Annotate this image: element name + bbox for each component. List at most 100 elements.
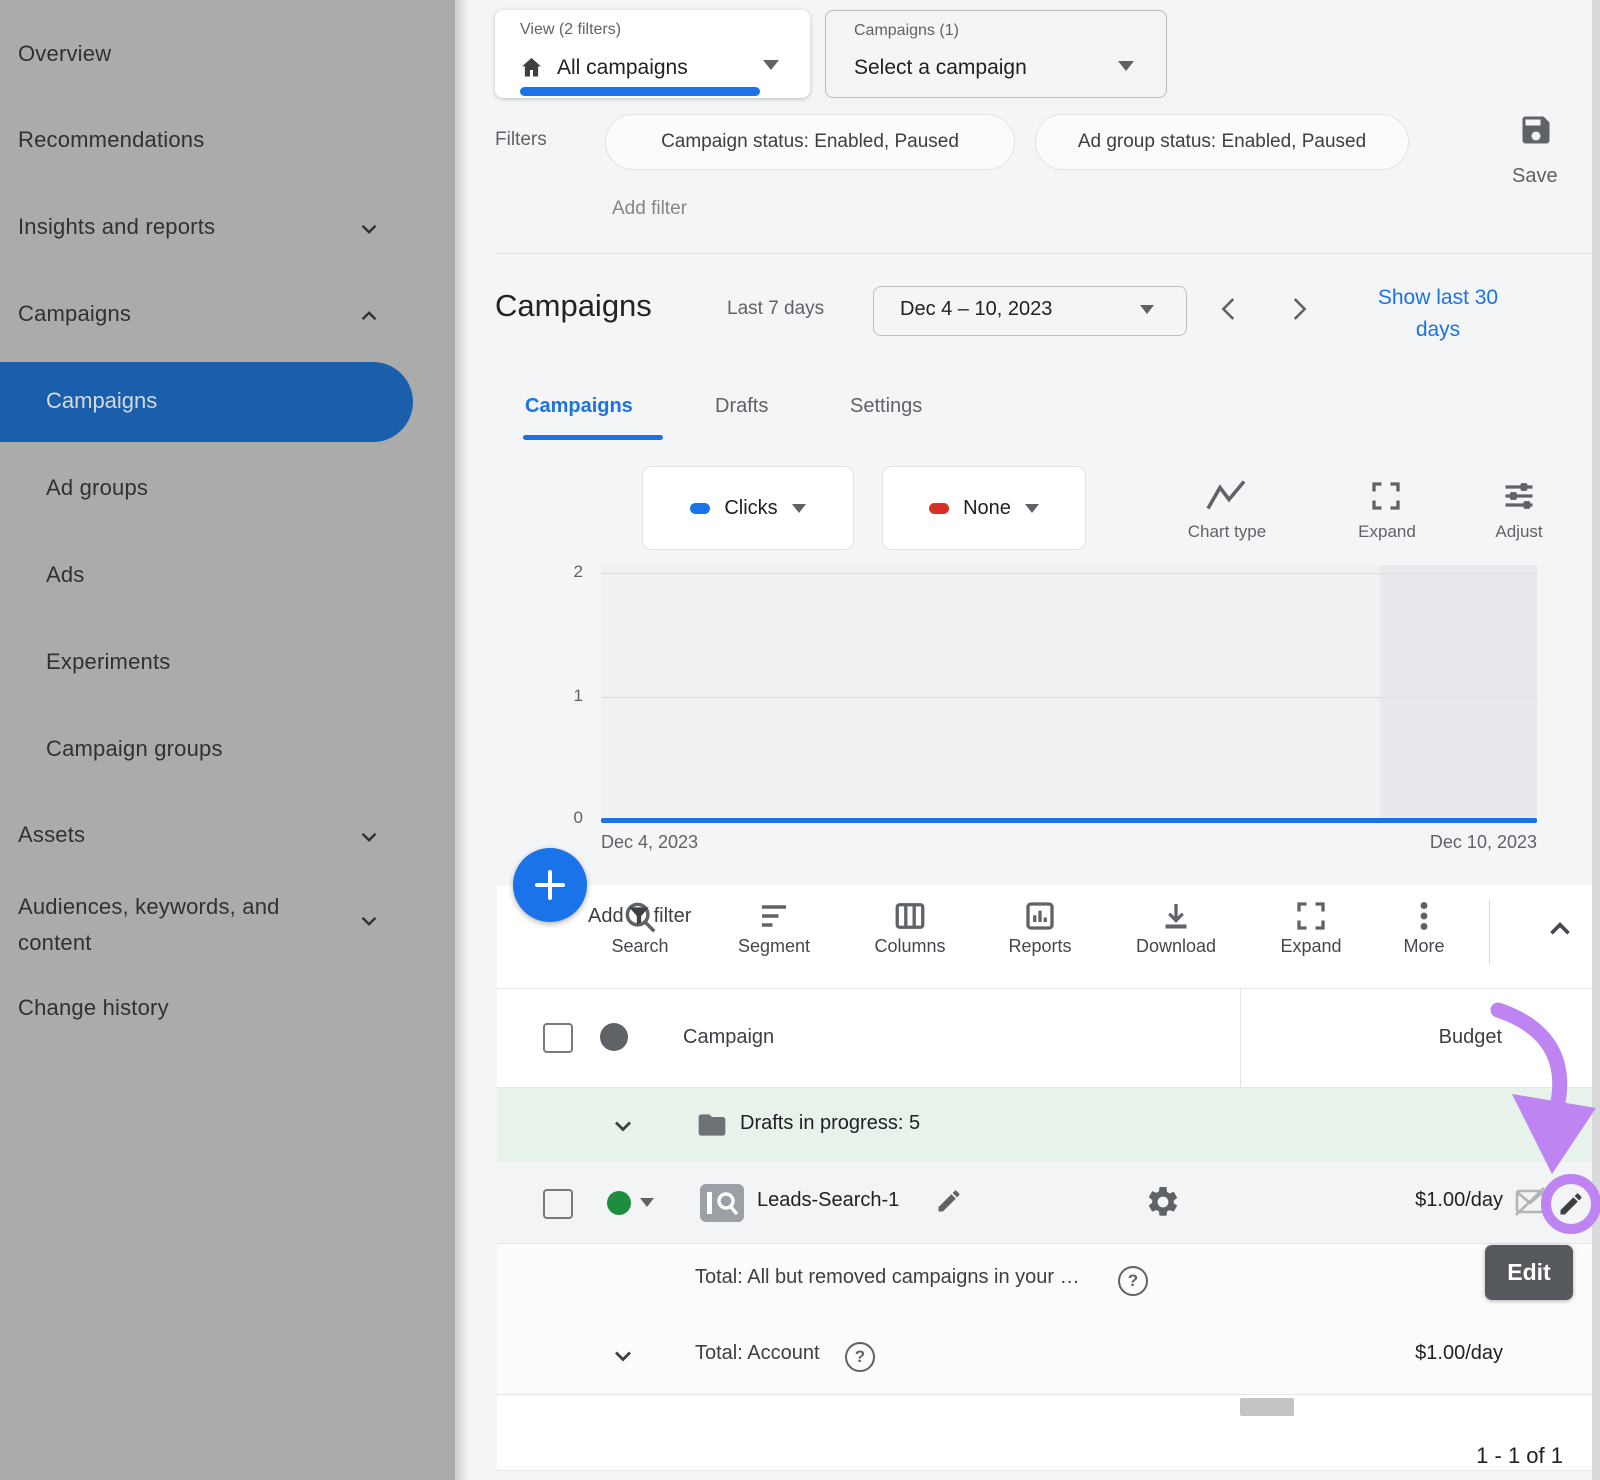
chevron-down-icon[interactable] bbox=[356, 824, 382, 850]
caret-down-icon[interactable] bbox=[640, 1198, 654, 1207]
y-tick-2: 2 bbox=[553, 562, 583, 582]
select-all-checkbox[interactable] bbox=[543, 1023, 573, 1053]
sidebar-item-campaigns-selected[interactable]: Campaigns bbox=[0, 362, 413, 442]
drafts-group-row[interactable]: Drafts in progress: 5 bbox=[497, 1088, 1592, 1162]
chevron-down-icon[interactable] bbox=[356, 908, 382, 934]
view-selector[interactable]: View (2 filters) All campaigns bbox=[495, 10, 810, 98]
collapse-table-icon[interactable] bbox=[1543, 912, 1577, 946]
download-icon[interactable] bbox=[1158, 898, 1194, 934]
sidebar-item-experiments[interactable]: Experiments bbox=[46, 649, 170, 675]
segment-icon[interactable] bbox=[756, 898, 792, 934]
toolbar-columns-label[interactable]: Columns bbox=[874, 936, 945, 957]
campaign-settings-gear-icon[interactable] bbox=[1145, 1184, 1181, 1220]
next-period-icon[interactable] bbox=[1282, 292, 1316, 326]
metric-selector-secondary[interactable]: None bbox=[882, 466, 1086, 550]
caret-down-icon bbox=[1118, 61, 1134, 71]
caret-down-icon bbox=[763, 60, 779, 70]
expand-table-icon[interactable] bbox=[1293, 898, 1329, 934]
sidebar-item-ad-groups[interactable]: Ad groups bbox=[46, 475, 148, 501]
chart-type-icon[interactable] bbox=[1205, 478, 1247, 512]
toolbar-search-label[interactable]: Search bbox=[611, 936, 668, 957]
toolbar-expand-label[interactable]: Expand bbox=[1280, 936, 1341, 957]
campaign-selector[interactable]: Campaigns (1) Select a campaign bbox=[825, 10, 1167, 98]
create-campaign-fab[interactable] bbox=[513, 848, 587, 922]
view-active-indicator bbox=[520, 87, 760, 96]
help-icon[interactable]: ? bbox=[845, 1342, 875, 1372]
toolbar-segment-label[interactable]: Segment bbox=[738, 936, 810, 957]
sidebar-item-insights-reports[interactable]: Insights and reports bbox=[18, 214, 215, 240]
add-filter-overlay[interactable]: Add filter bbox=[588, 903, 691, 929]
date-range-picker[interactable]: Dec 4 – 10, 2023 bbox=[873, 286, 1187, 336]
drafts-group-label[interactable]: Drafts in progress: 5 bbox=[740, 1112, 920, 1135]
total-account-label: Total: Account bbox=[695, 1342, 820, 1365]
vertical-scrollbar[interactable] bbox=[1592, 0, 1600, 1480]
row-checkbox[interactable] bbox=[543, 1189, 573, 1219]
toolbar-divider bbox=[1489, 900, 1490, 964]
edit-budget-pencil-icon[interactable] bbox=[1557, 1190, 1585, 1218]
adjust-icon[interactable] bbox=[1500, 478, 1538, 514]
campaign-budget-value[interactable]: $1.00/day bbox=[1317, 1189, 1503, 1212]
metric-selector-primary[interactable]: Clicks bbox=[642, 466, 854, 550]
column-header-budget[interactable]: Budget bbox=[1340, 1026, 1502, 1049]
expand-chart-icon[interactable] bbox=[1368, 478, 1404, 514]
chevron-down-icon[interactable] bbox=[356, 216, 382, 242]
clicks-line-series bbox=[601, 818, 1537, 823]
sidebar-item-campaigns-section[interactable]: Campaigns bbox=[18, 301, 131, 327]
campaign-name-link[interactable]: Leads-Search-1 bbox=[757, 1189, 899, 1212]
folder-icon bbox=[695, 1109, 729, 1141]
add-filter-overlay-word2: filter bbox=[654, 905, 692, 928]
tab-campaigns[interactable]: Campaigns bbox=[525, 395, 633, 418]
reports-icon[interactable] bbox=[1022, 898, 1058, 934]
add-filter-link[interactable]: Add filter bbox=[612, 198, 687, 220]
chevron-down-icon[interactable] bbox=[609, 1342, 637, 1370]
caret-down-icon bbox=[1025, 504, 1039, 513]
filter-chip-ad-group-status[interactable]: Ad group status: Enabled, Paused bbox=[1035, 114, 1409, 170]
campaign-row[interactable]: Leads-Search-1 $1.00/day bbox=[497, 1162, 1592, 1243]
toolbar-download-label[interactable]: Download bbox=[1136, 936, 1216, 957]
campaign-selector-label: Campaigns (1) bbox=[854, 22, 959, 40]
toolbar-reports-label[interactable]: Reports bbox=[1008, 936, 1071, 957]
chart-current-period-band bbox=[1380, 565, 1537, 823]
status-filter-dot[interactable] bbox=[600, 1023, 628, 1051]
column-header-campaign[interactable]: Campaign bbox=[683, 1026, 774, 1049]
active-tab-indicator bbox=[523, 435, 663, 440]
table-border bbox=[497, 1394, 1592, 1395]
filters-label: Filters bbox=[495, 129, 547, 151]
chevron-down-icon[interactable] bbox=[609, 1112, 637, 1140]
filter-chip-campaign-status[interactable]: Campaign status: Enabled, Paused bbox=[605, 114, 1015, 170]
help-icon[interactable]: ? bbox=[1118, 1266, 1148, 1296]
edit-name-pencil-icon[interactable] bbox=[935, 1187, 963, 1215]
section-divider bbox=[497, 253, 1592, 254]
pagination-status: 1 - 1 of 1 bbox=[1403, 1443, 1563, 1469]
save-icon[interactable] bbox=[1518, 112, 1554, 148]
more-options-icon[interactable] bbox=[1406, 898, 1442, 934]
total-filtered-row: Total: All but removed campaigns in your… bbox=[497, 1243, 1592, 1316]
tab-drafts[interactable]: Drafts bbox=[715, 395, 768, 418]
sidebar-item-ads[interactable]: Ads bbox=[46, 562, 85, 588]
sidebar-item-audiences-keywords-content[interactable]: Audiences, keywords, and content bbox=[18, 889, 348, 961]
sidebar-item-recommendations[interactable]: Recommendations bbox=[18, 127, 204, 153]
edit-tooltip: Edit bbox=[1485, 1245, 1573, 1300]
add-filter-overlay-word1: Add bbox=[588, 905, 624, 928]
tab-settings[interactable]: Settings bbox=[850, 395, 922, 418]
save-label[interactable]: Save bbox=[1512, 165, 1558, 188]
total-account-row: Total: Account ? $1.00/day bbox=[497, 1316, 1592, 1394]
adjust-label[interactable]: Adjust bbox=[1495, 522, 1542, 542]
toolbar-more-label[interactable]: More bbox=[1403, 936, 1444, 957]
prev-period-icon[interactable] bbox=[1212, 292, 1246, 326]
status-enabled-dot[interactable] bbox=[607, 1191, 631, 1215]
metric-secondary-label: None bbox=[963, 497, 1011, 520]
sidebar-item-overview[interactable]: Overview bbox=[18, 41, 111, 67]
x-axis-end-label: Dec 10, 2023 bbox=[1397, 832, 1537, 853]
horizontal-scrollbar-thumb[interactable] bbox=[1240, 1398, 1294, 1416]
columns-icon[interactable] bbox=[892, 898, 928, 934]
chevron-up-icon[interactable] bbox=[356, 303, 382, 329]
caret-down-icon bbox=[792, 504, 806, 513]
show-last-30-days-link[interactable]: Show last 30 days bbox=[1358, 282, 1518, 346]
expand-chart-label[interactable]: Expand bbox=[1358, 522, 1416, 542]
chart-type-label[interactable]: Chart type bbox=[1188, 522, 1266, 542]
sidebar-item-campaign-groups[interactable]: Campaign groups bbox=[46, 736, 223, 762]
help-glyph: ? bbox=[1128, 1271, 1138, 1291]
sidebar-item-assets[interactable]: Assets bbox=[18, 822, 85, 848]
sidebar-item-change-history[interactable]: Change history bbox=[18, 995, 169, 1021]
